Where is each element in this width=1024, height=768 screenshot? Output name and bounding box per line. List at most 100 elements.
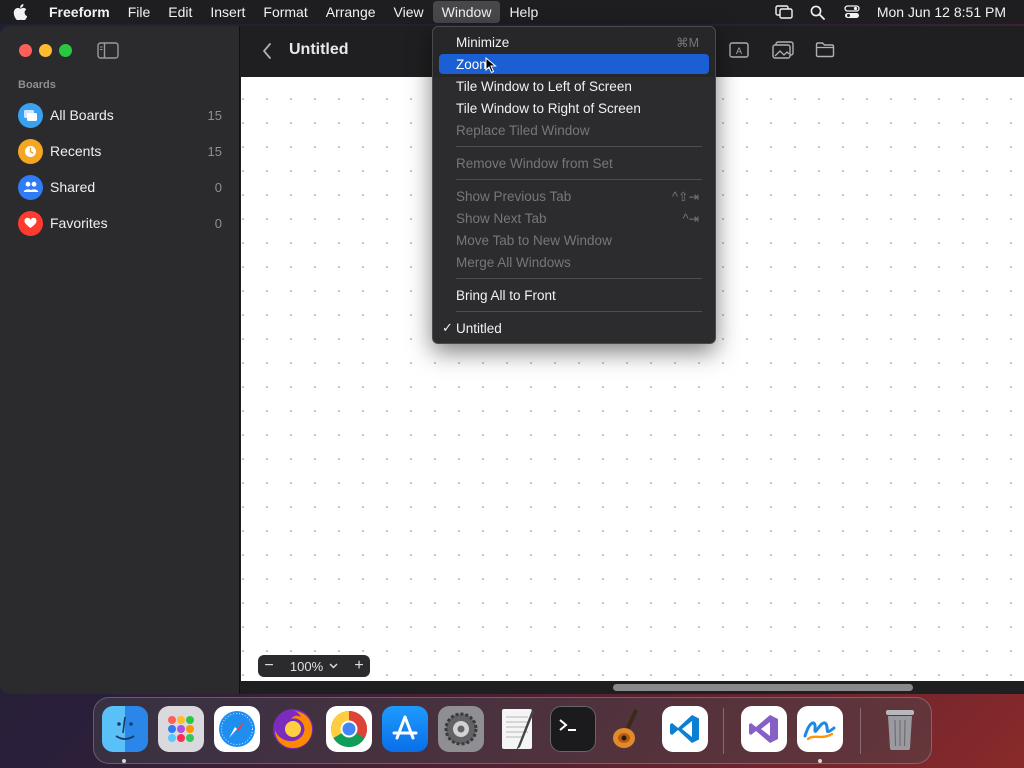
finder-icon[interactable] — [102, 706, 148, 752]
menu-item-move-tab: Move Tab to New Window — [439, 230, 709, 250]
menu-app-name[interactable]: Freeform — [40, 0, 119, 24]
scrollbar-thumb[interactable] — [613, 684, 913, 691]
menu-window[interactable]: Window — [432, 1, 501, 23]
menu-item-label: Merge All Windows — [456, 254, 571, 270]
menu-item-show-next-tab: Show Next Tab ^⇥ — [439, 208, 709, 228]
clock-icon — [18, 138, 43, 164]
safari-icon[interactable] — [214, 706, 260, 752]
system-settings-icon[interactable] — [438, 706, 484, 752]
sidebar: Boards All Boards 15 Recents 15 Shared 0 — [0, 26, 240, 694]
spotlight-search-icon[interactable] — [801, 5, 835, 20]
menu-item-zoom[interactable]: Zoom — [439, 54, 709, 74]
fullscreen-window-button[interactable] — [59, 44, 72, 57]
menu-separator — [456, 146, 702, 147]
apple-menu[interactable] — [0, 0, 40, 24]
window-title: Untitled — [289, 41, 349, 58]
text-box-icon[interactable]: A — [729, 41, 749, 64]
svg-text:A: A — [736, 46, 742, 56]
freeform-icon[interactable] — [797, 706, 843, 752]
firefox-icon[interactable] — [270, 706, 316, 752]
menu-view[interactable]: View — [385, 0, 433, 24]
menu-separator — [456, 311, 702, 312]
menu-item-label: Show Next Tab — [456, 210, 547, 226]
sidebar-item-all-boards[interactable]: All Boards 15 — [18, 99, 222, 131]
freeform-running-indicator — [818, 759, 822, 763]
launchpad-icon[interactable] — [158, 706, 204, 752]
dock-separator — [860, 708, 861, 754]
zoom-out-button[interactable]: − — [258, 655, 280, 677]
visual-studio-icon[interactable] — [741, 706, 787, 752]
sidebar-item-label: Favorites — [50, 215, 108, 231]
people-icon — [18, 174, 43, 200]
boards-heading: Boards — [18, 79, 56, 91]
menu-shortcut: ⌘M — [676, 35, 699, 50]
apple-icon — [13, 4, 27, 20]
window-menu-dropdown: Minimize ⌘M Zoom Tile Window to Left of … — [432, 26, 716, 344]
sidebar-item-recents[interactable]: Recents 15 — [18, 135, 222, 167]
sidebar-item-label: Recents — [50, 143, 102, 159]
media-icon[interactable] — [772, 41, 794, 64]
folder-icon[interactable] — [815, 41, 835, 63]
vscode-icon[interactable] — [662, 706, 708, 752]
close-window-button[interactable] — [19, 44, 32, 57]
finder-running-indicator — [122, 759, 126, 763]
board-count: 0 — [214, 215, 222, 231]
zoom-level-value: 100% — [289, 658, 324, 674]
horizontal-scrollbar[interactable] — [241, 681, 1024, 694]
menu-format[interactable]: Format — [254, 0, 316, 24]
menu-bar: Freeform File Edit Insert Format Arrange… — [0, 0, 1024, 24]
zoom-in-button[interactable]: + — [348, 655, 370, 677]
menu-item-tile-left[interactable]: Tile Window to Left of Screen — [439, 76, 709, 96]
textedit-icon[interactable] — [494, 706, 540, 752]
sidebar-toggle-icon[interactable] — [97, 42, 119, 59]
menu-insert[interactable]: Insert — [201, 0, 254, 24]
garageband-icon[interactable] — [606, 706, 652, 752]
menu-item-label: Move Tab to New Window — [456, 232, 612, 248]
menu-edit[interactable]: Edit — [159, 0, 201, 24]
menu-separator — [456, 278, 702, 279]
zoom-control: − 100% + — [258, 655, 370, 677]
back-chevron-icon[interactable] — [261, 42, 273, 65]
app-store-icon[interactable] — [382, 706, 428, 752]
menu-item-bring-all-to-front[interactable]: Bring All to Front — [439, 285, 709, 305]
all-boards-icon — [18, 102, 43, 128]
board-count: 0 — [214, 179, 222, 195]
checkmark-icon: ✓ — [442, 320, 453, 335]
menu-shortcut: ^⇧⇥ — [672, 189, 699, 204]
screen-mirroring-icon[interactable] — [767, 5, 801, 19]
sidebar-item-label: All Boards — [50, 107, 114, 123]
menu-item-minimize[interactable]: Minimize ⌘M — [439, 32, 709, 52]
menu-item-window-untitled[interactable]: ✓ Untitled — [439, 318, 709, 338]
menu-item-show-previous-tab: Show Previous Tab ^⇧⇥ — [439, 186, 709, 206]
control-center-icon[interactable] — [835, 5, 869, 19]
menu-item-label: Remove Window from Set — [456, 155, 613, 171]
menu-item-label: Untitled — [456, 320, 502, 336]
heart-icon — [18, 210, 43, 236]
chevron-down-icon — [329, 663, 338, 669]
menu-help[interactable]: Help — [500, 0, 547, 24]
chrome-icon[interactable] — [326, 706, 372, 752]
menu-item-label: Tile Window to Left of Screen — [456, 78, 632, 94]
board-count: 15 — [207, 107, 222, 123]
dock — [93, 697, 932, 764]
menu-item-tile-right[interactable]: Tile Window to Right of Screen — [439, 98, 709, 118]
menu-item-label: Show Previous Tab — [456, 188, 572, 204]
menu-item-label: Replace Tiled Window — [456, 122, 590, 138]
menu-arrange[interactable]: Arrange — [317, 0, 385, 24]
board-count: 15 — [207, 143, 222, 159]
minimize-window-button[interactable] — [39, 44, 52, 57]
sidebar-item-favorites[interactable]: Favorites 0 — [18, 207, 222, 239]
menu-item-label: Bring All to Front — [456, 287, 556, 303]
sidebar-item-shared[interactable]: Shared 0 — [18, 171, 222, 203]
menu-separator — [456, 179, 702, 180]
menu-file[interactable]: File — [119, 0, 160, 24]
menu-item-merge-windows: Merge All Windows — [439, 252, 709, 272]
trash-icon[interactable] — [877, 706, 923, 752]
menu-shortcut: ^⇥ — [682, 211, 699, 226]
menu-item-remove-from-set: Remove Window from Set — [439, 153, 709, 173]
zoom-level-select[interactable]: 100% — [280, 659, 348, 674]
terminal-icon[interactable] — [550, 706, 596, 752]
menu-item-replace-tiled: Replace Tiled Window — [439, 120, 709, 140]
sidebar-item-label: Shared — [50, 179, 96, 195]
menubar-clock[interactable]: Mon Jun 12 8:51 PM — [869, 0, 1024, 24]
